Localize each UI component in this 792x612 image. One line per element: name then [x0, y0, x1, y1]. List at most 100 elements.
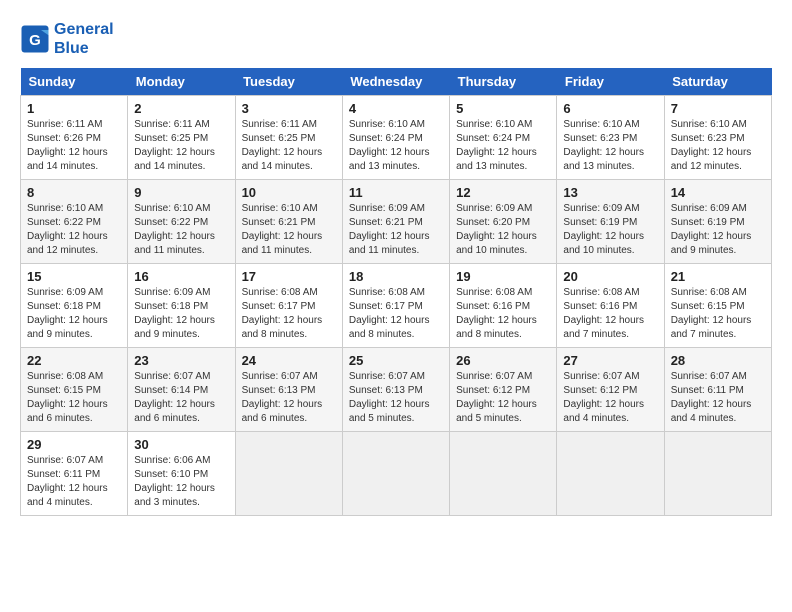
day-info: Sunrise: 6:10 AMSunset: 6:22 PMDaylight:…	[134, 202, 228, 258]
day-info: Sunrise: 6:08 AMSunset: 6:15 PMDaylight:…	[671, 286, 765, 342]
calendar-cell: 15Sunrise: 6:09 AMSunset: 6:18 PMDayligh…	[21, 264, 128, 348]
day-number: 30	[134, 437, 228, 452]
day-info: Sunrise: 6:09 AMSunset: 6:19 PMDaylight:…	[671, 202, 765, 258]
day-info: Sunrise: 6:10 AMSunset: 6:22 PMDaylight:…	[27, 202, 121, 258]
header-saturday: Saturday	[664, 68, 771, 96]
day-number: 10	[242, 185, 336, 200]
week-row-5: 29Sunrise: 6:07 AMSunset: 6:11 PMDayligh…	[21, 432, 772, 516]
header-thursday: Thursday	[450, 68, 557, 96]
day-info: Sunrise: 6:11 AMSunset: 6:26 PMDaylight:…	[27, 118, 121, 174]
calendar-cell: 19 Sunrise: 6:08 AMSunset: 6:16 PMDayligh…	[450, 264, 557, 348]
day-info: Sunrise: 6:09 AMSunset: 6:19 PMDaylight:…	[563, 202, 657, 258]
calendar-cell: 14Sunrise: 6:09 AMSunset: 6:19 PMDayligh…	[664, 180, 771, 264]
day-info: Sunrise: 6:08 AMSunset: 6:15 PMDaylight:…	[27, 370, 121, 426]
calendar-cell: 22 Sunrise: 6:08 AMSunset: 6:15 PMDayligh…	[21, 348, 128, 432]
day-number: 23	[134, 353, 228, 368]
logo: G General Blue	[20, 20, 114, 58]
calendar-cell: 4Sunrise: 6:10 AMSunset: 6:24 PMDaylight…	[342, 96, 449, 180]
calendar-cell: 18 Sunrise: 6:08 AMSunset: 6:17 PMDayligh…	[342, 264, 449, 348]
calendar-cell: 24 Sunrise: 6:07 AMSunset: 6:13 PMDayligh…	[235, 348, 342, 432]
day-number: 25	[349, 353, 443, 368]
day-info: Sunrise: 6:08 AMSunset: 6:16 PMDaylight:…	[456, 286, 550, 342]
calendar-cell: 17 Sunrise: 6:08 AMSunset: 6:17 PMDayligh…	[235, 264, 342, 348]
week-row-2: 8 Sunrise: 6:10 AMSunset: 6:22 PMDaylight…	[21, 180, 772, 264]
calendar-cell: 8 Sunrise: 6:10 AMSunset: 6:22 PMDaylight…	[21, 180, 128, 264]
day-number: 16	[134, 269, 228, 284]
day-info: Sunrise: 6:09 AMSunset: 6:21 PMDaylight:…	[349, 202, 443, 258]
day-number: 17	[242, 269, 336, 284]
day-info: Sunrise: 6:10 AMSunset: 6:24 PMDaylight:…	[349, 118, 443, 174]
calendar-cell: 3Sunrise: 6:11 AMSunset: 6:25 PMDaylight…	[235, 96, 342, 180]
header: G General Blue	[20, 20, 772, 58]
calendar-cell: 1 Sunrise: 6:11 AMSunset: 6:26 PMDaylight…	[21, 96, 128, 180]
calendar-cell: 10 Sunrise: 6:10 AMSunset: 6:21 PMDayligh…	[235, 180, 342, 264]
day-number: 20	[563, 269, 657, 284]
day-number: 3	[242, 101, 336, 116]
calendar-cell: 2Sunrise: 6:11 AMSunset: 6:25 PMDaylight…	[128, 96, 235, 180]
day-number: 24	[242, 353, 336, 368]
day-info: Sunrise: 6:10 AMSunset: 6:23 PMDaylight:…	[671, 118, 765, 174]
day-info: Sunrise: 6:08 AMSunset: 6:16 PMDaylight:…	[563, 286, 657, 342]
day-number: 22	[27, 353, 121, 368]
calendar-cell: 21 Sunrise: 6:08 AMSunset: 6:15 PMDayligh…	[664, 264, 771, 348]
calendar-cell	[664, 432, 771, 516]
day-info: Sunrise: 6:07 AMSunset: 6:12 PMDaylight:…	[563, 370, 657, 426]
day-number: 6	[563, 101, 657, 116]
day-info: Sunrise: 6:08 AMSunset: 6:17 PMDaylight:…	[242, 286, 336, 342]
header-wednesday: Wednesday	[342, 68, 449, 96]
calendar-cell: 29Sunrise: 6:07 AMSunset: 6:11 PMDayligh…	[21, 432, 128, 516]
day-info: Sunrise: 6:10 AMSunset: 6:23 PMDaylight:…	[563, 118, 657, 174]
day-info: Sunrise: 6:07 AMSunset: 6:11 PMDaylight:…	[671, 370, 765, 426]
day-info: Sunrise: 6:11 AMSunset: 6:25 PMDaylight:…	[134, 118, 228, 174]
header-friday: Friday	[557, 68, 664, 96]
logo-icon: G	[20, 24, 50, 54]
calendar-cell: 26 Sunrise: 6:07 AMSunset: 6:12 PMDayligh…	[450, 348, 557, 432]
day-info: Sunrise: 6:07 AMSunset: 6:13 PMDaylight:…	[349, 370, 443, 426]
day-number: 29	[27, 437, 121, 452]
calendar-cell: 12Sunrise: 6:09 AMSunset: 6:20 PMDayligh…	[450, 180, 557, 264]
day-number: 28	[671, 353, 765, 368]
day-number: 11	[349, 185, 443, 200]
calendar-cell: 27 Sunrise: 6:07 AMSunset: 6:12 PMDayligh…	[557, 348, 664, 432]
day-info: Sunrise: 6:09 AMSunset: 6:18 PMDaylight:…	[134, 286, 228, 342]
calendar-cell: 11 Sunrise: 6:09 AMSunset: 6:21 PMDayligh…	[342, 180, 449, 264]
calendar-cell: 28 Sunrise: 6:07 AMSunset: 6:11 PMDayligh…	[664, 348, 771, 432]
day-info: Sunrise: 6:10 AMSunset: 6:21 PMDaylight:…	[242, 202, 336, 258]
day-info: Sunrise: 6:07 AMSunset: 6:12 PMDaylight:…	[456, 370, 550, 426]
day-info: Sunrise: 6:07 AMSunset: 6:13 PMDaylight:…	[242, 370, 336, 426]
day-number: 9	[134, 185, 228, 200]
calendar-cell: 7Sunrise: 6:10 AMSunset: 6:23 PMDaylight…	[664, 96, 771, 180]
calendar-cell	[557, 432, 664, 516]
week-row-4: 22 Sunrise: 6:08 AMSunset: 6:15 PMDayligh…	[21, 348, 772, 432]
calendar-cell: 16 Sunrise: 6:09 AMSunset: 6:18 PMDayligh…	[128, 264, 235, 348]
calendar-cell: 30 Sunrise: 6:06 AMSunset: 6:10 PMDayligh…	[128, 432, 235, 516]
day-number: 27	[563, 353, 657, 368]
day-info: Sunrise: 6:10 AMSunset: 6:24 PMDaylight:…	[456, 118, 550, 174]
day-number: 21	[671, 269, 765, 284]
day-number: 26	[456, 353, 550, 368]
header-tuesday: Tuesday	[235, 68, 342, 96]
calendar-cell: 5Sunrise: 6:10 AMSunset: 6:24 PMDaylight…	[450, 96, 557, 180]
week-row-3: 15 Sunrise: 6:09 AMSunset: 6:18 PMDayligh…	[21, 264, 772, 348]
day-number: 1	[27, 101, 121, 116]
calendar-cell: 20 Sunrise: 6:08 AMSunset: 6:16 PMDayligh…	[557, 264, 664, 348]
calendar-cell: 6 Sunrise: 6:10 AMSunset: 6:23 PMDaylight…	[557, 96, 664, 180]
day-number: 19	[456, 269, 550, 284]
day-number: 18	[349, 269, 443, 284]
calendar-cell	[342, 432, 449, 516]
calendar-cell	[450, 432, 557, 516]
day-info: Sunrise: 6:09 AMSunset: 6:20 PMDaylight:…	[456, 202, 550, 258]
logo-text: General Blue	[54, 20, 114, 58]
calendar-cell: 13Sunrise: 6:09 AMSunset: 6:19 PMDayligh…	[557, 180, 664, 264]
day-number: 8	[27, 185, 121, 200]
calendar-table: SundayMondayTuesdayWednesdayThursdayFrid…	[20, 68, 772, 516]
header-monday: Monday	[128, 68, 235, 96]
day-info: Sunrise: 6:06 AMSunset: 6:10 PMDaylight:…	[134, 454, 228, 510]
calendar-header-row: SundayMondayTuesdayWednesdayThursdayFrid…	[21, 68, 772, 96]
day-number: 15	[27, 269, 121, 284]
calendar-cell: 23Sunrise: 6:07 AMSunset: 6:14 PMDayligh…	[128, 348, 235, 432]
day-info: Sunrise: 6:08 AMSunset: 6:17 PMDaylight:…	[349, 286, 443, 342]
calendar-cell: 25 Sunrise: 6:07 AMSunset: 6:13 PMDayligh…	[342, 348, 449, 432]
svg-text:G: G	[29, 32, 41, 49]
week-row-1: 1 Sunrise: 6:11 AMSunset: 6:26 PMDaylight…	[21, 96, 772, 180]
